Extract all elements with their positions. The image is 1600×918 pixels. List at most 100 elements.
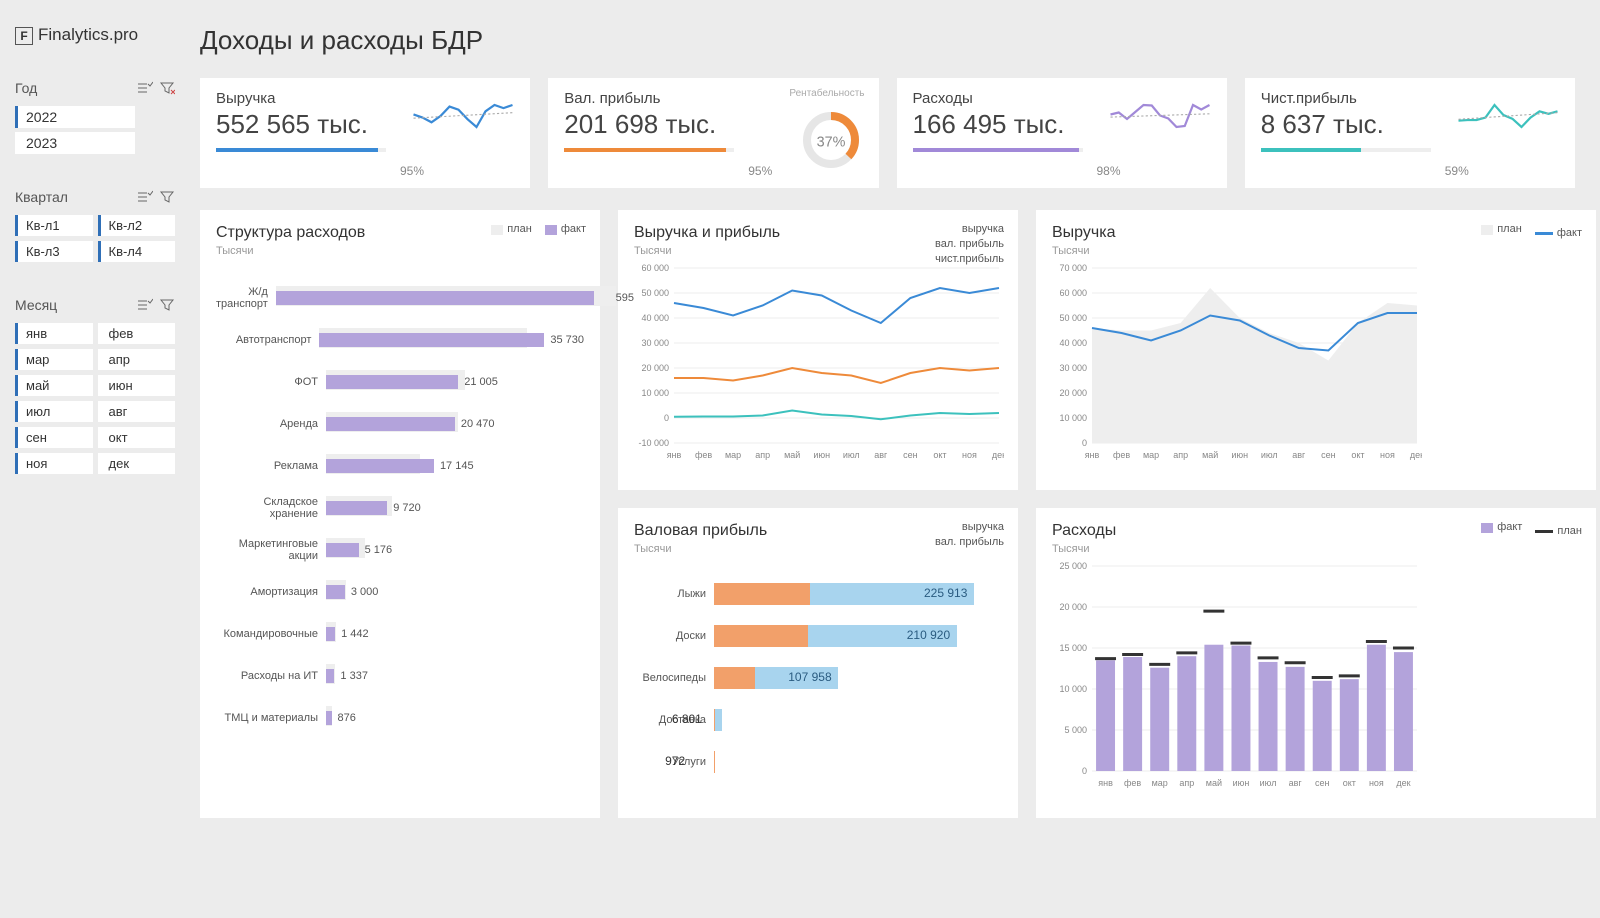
filter-quarter: Квартал Кв-л1Кв-л2Кв-л3Кв-л4 <box>15 189 175 262</box>
kpi-net-profit[interactable]: Чист.прибыль 8 637 тыс. 59% <box>1245 78 1575 188</box>
svg-text:май: май <box>784 450 800 460</box>
month-option[interactable]: июн <box>98 375 176 396</box>
panel-subtitle: Тысячи <box>216 245 584 257</box>
panel-expenses-months[interactable]: Расходы Тысячи факт план 05 00010 00015 … <box>1036 508 1596 818</box>
svg-text:фев: фев <box>1124 778 1141 788</box>
svg-text:50 000: 50 000 <box>641 288 669 298</box>
sidebar: FFinalytics.pro Год 20222023 Квартал Кв-… <box>0 0 190 918</box>
legend: выручка вал. прибыль чист.прибыль <box>931 222 1004 267</box>
kpi-revenue[interactable]: Выручка 552 565 тыс. 95% <box>200 78 530 188</box>
svg-text:70 000: 70 000 <box>1059 263 1087 273</box>
quarter-option[interactable]: Кв-л2 <box>98 215 176 236</box>
line-chart: -10 000010 00020 00030 00040 00050 00060… <box>634 263 1004 463</box>
svg-text:ноя: ноя <box>962 450 977 460</box>
line-chart: 010 00020 00030 00040 00050 00060 00070 … <box>1052 263 1422 463</box>
svg-text:20 000: 20 000 <box>641 363 669 373</box>
svg-text:янв: янв <box>1098 778 1113 788</box>
svg-text:10 000: 10 000 <box>1059 413 1087 423</box>
month-option[interactable]: июл <box>15 401 93 422</box>
svg-text:10 000: 10 000 <box>641 388 669 398</box>
multi-select-icon[interactable] <box>137 81 153 95</box>
svg-text:сен: сен <box>903 450 918 460</box>
svg-text:окт: окт <box>1351 450 1364 460</box>
multi-select-icon[interactable] <box>137 298 153 312</box>
svg-text:дек: дек <box>992 450 1004 460</box>
svg-text:20 000: 20 000 <box>1059 602 1087 612</box>
filter-quarter-label: Квартал <box>15 189 131 205</box>
multi-select-icon[interactable] <box>137 190 153 204</box>
svg-text:5 000: 5 000 <box>1064 725 1087 735</box>
bar-chart: 05 00010 00015 00020 00025 000янвфевмара… <box>1052 561 1422 791</box>
month-option[interactable]: дек <box>98 453 176 474</box>
month-option[interactable]: сен <box>15 427 93 448</box>
svg-text:0: 0 <box>664 413 669 423</box>
month-option[interactable]: май <box>15 375 93 396</box>
svg-text:авг: авг <box>874 450 888 460</box>
legend: план факт <box>1471 222 1582 241</box>
svg-text:май: май <box>1202 450 1218 460</box>
svg-text:окт: окт <box>933 450 946 460</box>
sparkline-icon <box>408 96 518 136</box>
month-option[interactable]: мар <box>15 349 93 370</box>
year-option[interactable]: 2023 <box>15 132 135 154</box>
svg-text:апр: апр <box>1179 778 1194 788</box>
quarter-option[interactable]: Кв-л1 <box>15 215 93 236</box>
svg-text:сен: сен <box>1321 450 1336 460</box>
legend: выручка вал. прибыль <box>931 520 1004 550</box>
page-title: Доходы и расходы БДР <box>200 25 1575 56</box>
quarter-option[interactable]: Кв-л3 <box>15 241 93 262</box>
svg-text:июл: июл <box>1260 778 1277 788</box>
kpi-pct: 59% <box>1445 164 1469 178</box>
month-option[interactable]: фев <box>98 323 176 344</box>
svg-text:фев: фев <box>1113 450 1130 460</box>
svg-text:40 000: 40 000 <box>1059 338 1087 348</box>
quarter-option[interactable]: Кв-л4 <box>98 241 176 262</box>
kpi-sublabel: Рентабельность <box>789 88 864 99</box>
svg-text:20 000: 20 000 <box>1059 388 1087 398</box>
panel-expenses-structure[interactable]: Структура расходов Тысячи план факт Ж/д … <box>200 210 600 818</box>
hbar-chart: Ж/д транспорт 50 595Автотранспорт 35 730… <box>216 277 584 739</box>
legend: план факт <box>481 222 586 240</box>
svg-text:30 000: 30 000 <box>641 338 669 348</box>
month-option[interactable]: ноя <box>15 453 93 474</box>
sparkline-icon <box>1453 96 1563 136</box>
main: Доходы и расходы БДР Выручка 552 565 тыс… <box>200 0 1600 918</box>
svg-text:10 000: 10 000 <box>1059 684 1087 694</box>
svg-text:15 000: 15 000 <box>1059 643 1087 653</box>
panel-gross-profit-by-group[interactable]: Валовая прибыль Тысячи выручка вал. приб… <box>618 508 1018 818</box>
svg-text:апр: апр <box>755 450 770 460</box>
clear-filter-icon[interactable] <box>159 81 175 95</box>
svg-text:дек: дек <box>1396 778 1410 788</box>
month-option[interactable]: авг <box>98 401 176 422</box>
svg-text:янв: янв <box>667 450 682 460</box>
legend: факт план <box>1471 520 1582 539</box>
clear-filter-icon[interactable] <box>159 190 175 204</box>
svg-text:ноя: ноя <box>1369 778 1384 788</box>
month-option[interactable]: окт <box>98 427 176 448</box>
brand: FFinalytics.pro <box>15 25 175 45</box>
month-options: янвфевмарапрмайиюниюлавгсеноктноядек <box>15 323 175 474</box>
month-option[interactable]: апр <box>98 349 176 370</box>
svg-text:ноя: ноя <box>1380 450 1395 460</box>
svg-text:мар: мар <box>725 450 741 460</box>
brand-icon: F <box>15 27 33 45</box>
panel-revenue-plan-fact[interactable]: Выручка Тысячи план факт 010 00020 00030… <box>1036 210 1596 490</box>
kpi-expenses[interactable]: Расходы 166 495 тыс. 98% <box>897 78 1227 188</box>
svg-text:-10 000: -10 000 <box>638 438 669 448</box>
svg-text:июн: июн <box>813 450 830 460</box>
svg-text:мар: мар <box>1152 778 1168 788</box>
month-option[interactable]: янв <box>15 323 93 344</box>
svg-text:май: май <box>1206 778 1222 788</box>
svg-text:авг: авг <box>1289 778 1303 788</box>
panel-revenue-profit[interactable]: Выручка и прибыль Тысячи выручка вал. пр… <box>618 210 1018 490</box>
svg-text:50 000: 50 000 <box>1059 313 1087 323</box>
filter-year: Год 20222023 <box>15 80 175 154</box>
svg-text:сен: сен <box>1315 778 1330 788</box>
donut-icon: 37% <box>799 108 863 172</box>
svg-text:авг: авг <box>1292 450 1306 460</box>
kpi-gross-profit[interactable]: Вал. прибыль 201 698 тыс. 95% Рентабельн… <box>548 78 878 188</box>
year-option[interactable]: 2022 <box>15 106 135 128</box>
svg-text:июн: июн <box>1233 778 1250 788</box>
clear-filter-icon[interactable] <box>159 298 175 312</box>
svg-text:0: 0 <box>1082 438 1087 448</box>
